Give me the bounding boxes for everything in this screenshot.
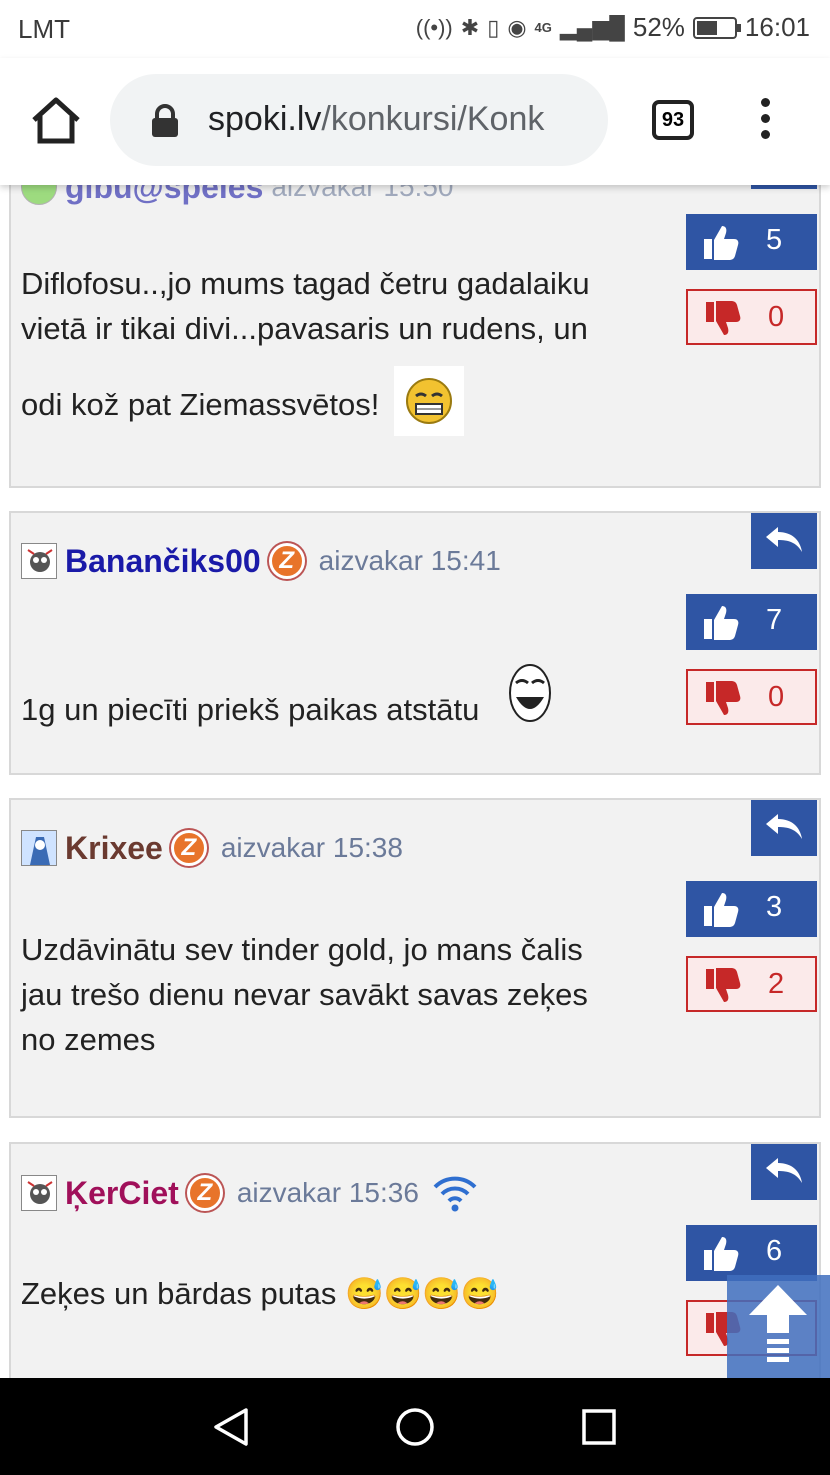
reply-arrow-icon — [766, 814, 802, 839]
vibrate-icon: ▯ — [487, 14, 500, 40]
comment-card: gibu@speles aizvakar 15:50 5 0 Diflofosu… — [9, 185, 821, 488]
battery-icon — [692, 16, 741, 39]
comment-card: Krixee Z aizvakar 15:38 3 2 Uzdāvinātu s… — [9, 798, 821, 1118]
like-button[interactable]: 3 — [686, 881, 817, 937]
hotspot-icon: ((•)) — [415, 14, 453, 40]
system-navigation-bar — [0, 1378, 830, 1475]
like-count: 7 — [766, 604, 783, 636]
avatar — [21, 1175, 57, 1211]
thumbs-up-icon — [704, 606, 739, 640]
like-count: 5 — [766, 224, 783, 256]
grimace-emoji-icon — [394, 366, 465, 448]
reply-arrow-icon — [766, 1158, 802, 1183]
network-type: 4G — [534, 20, 552, 35]
username[interactable]: ĶerCiet — [65, 1175, 179, 1212]
comment-userline: Banančiks00 Z aizvakar 15:41 — [21, 541, 513, 581]
reply-button[interactable] — [751, 513, 817, 569]
home-icon[interactable] — [30, 96, 82, 144]
battery-percent: 52% — [632, 12, 685, 42]
avatar — [21, 830, 57, 866]
laughing-face-icon — [502, 659, 558, 741]
scroll-to-top-button[interactable] — [727, 1275, 830, 1378]
dislike-button[interactable]: 0 — [686, 289, 817, 345]
home-nav-icon[interactable] — [394, 1406, 436, 1448]
reply-button[interactable] — [751, 1144, 817, 1200]
username[interactable]: gibu@speles — [65, 185, 263, 206]
dislike-count: 0 — [768, 681, 785, 713]
comment-text: Uzdāvinātu sev tinder gold, jo mans čali… — [21, 932, 588, 1057]
lock-icon — [152, 104, 178, 137]
reply-arrow-icon — [766, 527, 802, 552]
clock: 16:01 — [744, 12, 810, 42]
thumbs-down-icon — [706, 301, 741, 335]
like-button[interactable]: 6 — [686, 1225, 817, 1281]
comment-text: 1g un piecīti priekš paikas atstātu — [21, 664, 681, 753]
more-menu-icon[interactable] — [754, 98, 776, 142]
address-bar[interactable]: spoki.lv/konkursi/Konk — [110, 74, 608, 166]
status-icons: ((•)) ✱ ▯ ◉ 4G ▂▄▆█ 52% 16:01 — [416, 12, 810, 43]
status-bar: LMT ((•)) ✱ ▯ ◉ 4G ▂▄▆█ 52% 16:01 — [0, 0, 830, 58]
tab-switcher-button[interactable]: 93 — [652, 100, 694, 140]
comment-card: Banančiks00 Z aizvakar 15:41 7 0 1g un p… — [9, 511, 821, 775]
like-count: 6 — [766, 1235, 783, 1267]
comment-userline: gibu@speles aizvakar 15:50 — [21, 185, 465, 207]
comment-card: ĶerCiet Z aizvakar 15:36 6 Zeķes un bārd… — [9, 1142, 821, 1378]
comment-text: Zeķes un bārdas putas 😅😅😅😅 — [21, 1276, 500, 1311]
comment-text: Diflofosu..,jo mums tagad četru gadalaik… — [21, 261, 681, 448]
dislike-count: 2 — [768, 968, 785, 1000]
signal-icon: ▂▄▆█ — [559, 14, 625, 40]
comment-userline: Krixee Z aizvakar 15:38 — [21, 828, 415, 868]
like-count: 3 — [766, 891, 783, 923]
comment-time: aizvakar 15:36 — [236, 1177, 419, 1208]
back-icon[interactable] — [210, 1406, 252, 1448]
reply-button[interactable] — [751, 185, 817, 189]
thumbs-up-icon — [704, 1237, 739, 1271]
url-text: spoki.lv/konkursi/Konk — [208, 100, 545, 138]
comment-time: aizvakar 15:41 — [318, 545, 501, 576]
browser-toolbar: spoki.lv/konkursi/Konk 93 — [0, 58, 830, 185]
thumbs-up-icon — [704, 893, 739, 927]
eye-comfort-icon: ◉ — [507, 14, 527, 40]
wifi-online-icon — [433, 1176, 477, 1212]
username[interactable]: Krixee — [65, 830, 163, 867]
thumbs-up-icon — [704, 226, 739, 260]
comment-time: aizvakar 15:38 — [220, 832, 403, 863]
reply-button[interactable] — [751, 800, 817, 856]
thumbs-down-icon — [706, 681, 741, 715]
avatar — [21, 185, 57, 205]
rank-badge-icon: Z — [170, 830, 207, 866]
thumbs-down-icon — [706, 968, 741, 1002]
dislike-count: 0 — [768, 301, 785, 333]
avatar — [21, 543, 57, 579]
rank-badge-icon: Z — [268, 543, 305, 579]
dislike-button[interactable]: 2 — [686, 956, 817, 1012]
comment-userline: ĶerCiet Z aizvakar 15:36 — [21, 1173, 479, 1213]
carrier-name: LMT — [18, 14, 70, 44]
like-button[interactable]: 7 — [686, 594, 817, 650]
rank-badge-icon: Z — [186, 1175, 223, 1211]
dislike-button[interactable]: 0 — [686, 669, 817, 725]
comment-time: aizvakar 15:50 — [271, 185, 454, 202]
like-button[interactable]: 5 — [686, 214, 817, 270]
arrow-up-icon — [749, 1285, 807, 1362]
bluetooth-icon: ✱ — [460, 14, 480, 40]
comments-list: gibu@speles aizvakar 15:50 5 0 Diflofosu… — [0, 185, 830, 1378]
recent-apps-icon[interactable] — [580, 1406, 618, 1448]
username[interactable]: Banančiks00 — [65, 543, 261, 580]
